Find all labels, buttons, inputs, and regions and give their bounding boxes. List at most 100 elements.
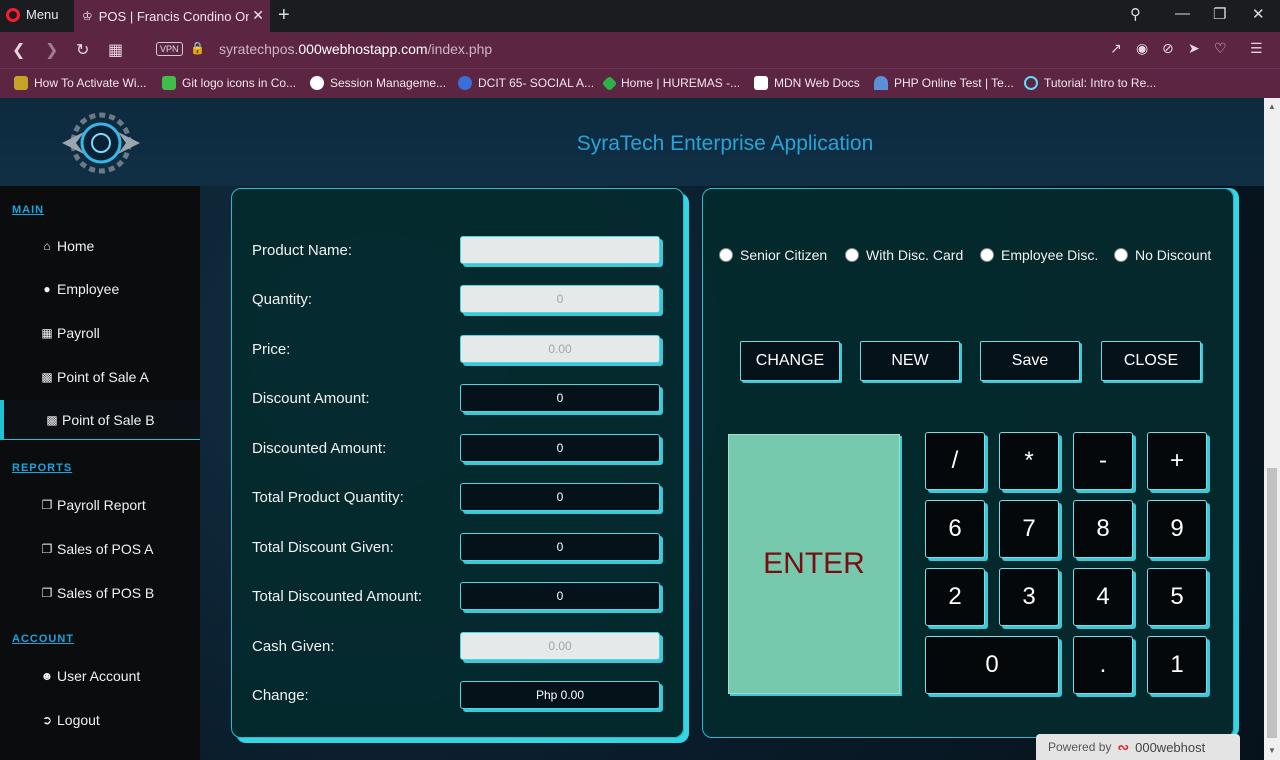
- sidebar-item-employee[interactable]: ● Employee: [0, 269, 200, 309]
- page-viewport: SyraTech Enterprise Application MAIN ⌂ Ho…: [0, 98, 1264, 760]
- camera-icon[interactable]: ◉: [1136, 40, 1148, 57]
- senior-citizen-radio[interactable]: Senior Citizen: [719, 247, 827, 263]
- radio-circle[interactable]: [1114, 248, 1128, 262]
- sidebar-item-sales-pos-a[interactable]: ❐ Sales of POS A: [0, 529, 200, 569]
- cash-given-input[interactable]: 0.00: [460, 632, 660, 660]
- no-discount-radio[interactable]: No Discount: [1114, 247, 1211, 263]
- cash-given-row: Cash Given: 0.00: [252, 632, 672, 664]
- bookmark-item[interactable]: Session Manageme...: [310, 76, 446, 90]
- key-0[interactable]: 0: [925, 636, 1059, 694]
- radio-circle[interactable]: [980, 248, 994, 262]
- total-discounted-row: Total Discounted Amount: 0: [252, 582, 672, 614]
- powered-by-badge[interactable]: Powered by ∾ 000webhost: [1036, 734, 1240, 760]
- lock-icon[interactable]: 🔒: [190, 41, 205, 55]
- bookmark-item[interactable]: MDN Web Docs: [754, 76, 860, 90]
- bookmarks-bar: How To Activate Wi... Git logo icons in …: [0, 68, 1280, 98]
- total-discounted-label: Total Discounted Amount:: [252, 588, 423, 605]
- app-header: SyraTech Enterprise Application: [0, 98, 1264, 186]
- forward-icon[interactable]: ❯: [45, 40, 58, 60]
- bookmark-label: Session Manageme...: [330, 76, 447, 90]
- bookmark-item[interactable]: Git logo icons in Co...: [162, 76, 296, 90]
- easy-setup-icon[interactable]: ☰: [1250, 40, 1263, 57]
- save-button[interactable]: Save: [980, 341, 1080, 381]
- sidebar-item-pos-b[interactable]: ▩ Point of Sale B: [0, 400, 200, 440]
- tab-close-icon[interactable]: ✕: [252, 7, 264, 24]
- back-icon[interactable]: ❮: [12, 40, 25, 60]
- scrollbar-thumb[interactable]: [1267, 468, 1277, 738]
- product-name-label: Product Name:: [252, 242, 353, 259]
- vpn-badge[interactable]: VPN: [156, 42, 183, 56]
- change-button[interactable]: CHANGE: [740, 341, 840, 381]
- key-divide[interactable]: /: [925, 432, 985, 490]
- share-icon[interactable]: ↗: [1110, 40, 1122, 57]
- disc-card-radio[interactable]: With Disc. Card: [845, 247, 963, 263]
- key-9[interactable]: 9: [1147, 500, 1207, 558]
- address-bar: ❮ ❯ ↻ ▦ VPN 🔒 syratechpos.000webhostapp.…: [0, 32, 1280, 68]
- sidebar-item-label: Employee: [57, 281, 120, 297]
- sidebar-item-home[interactable]: ⌂ Home: [0, 226, 200, 266]
- bookmark-item[interactable]: How To Activate Wi...: [14, 76, 146, 90]
- key-5[interactable]: 5: [1147, 568, 1207, 626]
- browser-menu-button[interactable]: Menu: [6, 7, 59, 22]
- close-button[interactable]: CLOSE: [1101, 341, 1201, 381]
- pos-panel: Senior Citizen With Disc. Card Employee …: [702, 188, 1234, 738]
- sidebar-item-logout[interactable]: ➲ Logout: [0, 700, 200, 740]
- key-2[interactable]: 2: [925, 568, 985, 626]
- sidebar-item-label: Sales of POS B: [57, 585, 155, 601]
- bookmark-icon: [310, 76, 324, 90]
- sidebar-item-label: Logout: [57, 712, 100, 728]
- quantity-input[interactable]: 0: [460, 285, 660, 313]
- restore-icon[interactable]: ❐: [1213, 5, 1226, 23]
- new-tab-icon[interactable]: +: [278, 4, 290, 27]
- radio-circle[interactable]: [845, 248, 859, 262]
- url-prefix: syratechpos.: [219, 41, 299, 57]
- discount-amount-label: Discount Amount:: [252, 390, 370, 407]
- key-4[interactable]: 4: [1073, 568, 1133, 626]
- scroll-down-icon[interactable]: ▼: [1268, 746, 1276, 755]
- new-button[interactable]: NEW: [860, 341, 960, 381]
- sidebar-item-payroll[interactable]: ▦ Payroll: [0, 313, 200, 353]
- sidebar-item-user-account[interactable]: ☻ User Account: [0, 656, 200, 696]
- url-field[interactable]: syratechpos.000webhostapp.com/index.php: [219, 41, 492, 57]
- product-name-input[interactable]: [460, 236, 660, 264]
- sidebar-item-sales-pos-b[interactable]: ❐ Sales of POS B: [0, 573, 200, 613]
- bookmark-label: Git logo icons in Co...: [182, 76, 297, 90]
- send-icon[interactable]: ➤: [1188, 40, 1200, 57]
- radio-circle[interactable]: [719, 248, 733, 262]
- bookmark-icon: [1024, 76, 1038, 90]
- tabs-grid-icon[interactable]: ▦: [108, 40, 123, 60]
- bookmark-item[interactable]: PHP Online Test | Te...: [874, 76, 1014, 90]
- bookmark-item[interactable]: Home | HUREMAS -...: [601, 75, 740, 91]
- key-1[interactable]: 1: [1147, 636, 1207, 694]
- window-close-icon[interactable]: ✕: [1252, 5, 1265, 23]
- sidebar-item-payroll-report[interactable]: ❐ Payroll Report: [0, 485, 200, 525]
- employee-disc-radio[interactable]: Employee Disc.: [980, 247, 1098, 263]
- key-6[interactable]: 6: [925, 500, 985, 558]
- opera-logo-icon: [6, 7, 20, 22]
- home-icon: ⌂: [43, 239, 51, 253]
- adblock-icon[interactable]: ⊘: [1162, 40, 1174, 57]
- key-3[interactable]: 3: [999, 568, 1059, 626]
- heart-icon[interactable]: ♡: [1214, 40, 1227, 57]
- sidebar-item-pos-a[interactable]: ▩ Point of Sale A: [0, 357, 200, 397]
- price-input[interactable]: 0.00: [460, 335, 660, 363]
- app-title: SyraTech Enterprise Application: [576, 132, 874, 155]
- key-plus[interactable]: +: [1147, 432, 1207, 490]
- browser-tab-active[interactable]: ♔ POS | Francis Condino Ong ✕: [74, 0, 270, 32]
- bookmark-item[interactable]: DCIT 65- SOCIAL A...: [458, 76, 594, 90]
- product-form-panel: Product Name: Quantity: 0 Price: 0.00 Di…: [231, 188, 684, 738]
- search-icon[interactable]: ⚲: [1130, 5, 1141, 23]
- key-8[interactable]: 8: [1073, 500, 1133, 558]
- page-scrollbar[interactable]: ▲ ▼: [1264, 98, 1280, 760]
- key-multiply[interactable]: *: [999, 432, 1059, 490]
- key-7[interactable]: 7: [999, 500, 1059, 558]
- key-dot[interactable]: .: [1073, 636, 1133, 694]
- bookmark-item[interactable]: Tutorial: Intro to Re...: [1024, 76, 1156, 90]
- scroll-up-icon[interactable]: ▲: [1268, 102, 1276, 111]
- menu-label: Menu: [26, 7, 59, 22]
- reload-icon[interactable]: ↻: [76, 40, 89, 60]
- enter-button[interactable]: ENTER: [728, 434, 900, 694]
- minimize-icon[interactable]: —: [1175, 5, 1190, 22]
- key-minus[interactable]: -: [1073, 432, 1133, 490]
- sign-out-icon: ➲: [41, 713, 53, 727]
